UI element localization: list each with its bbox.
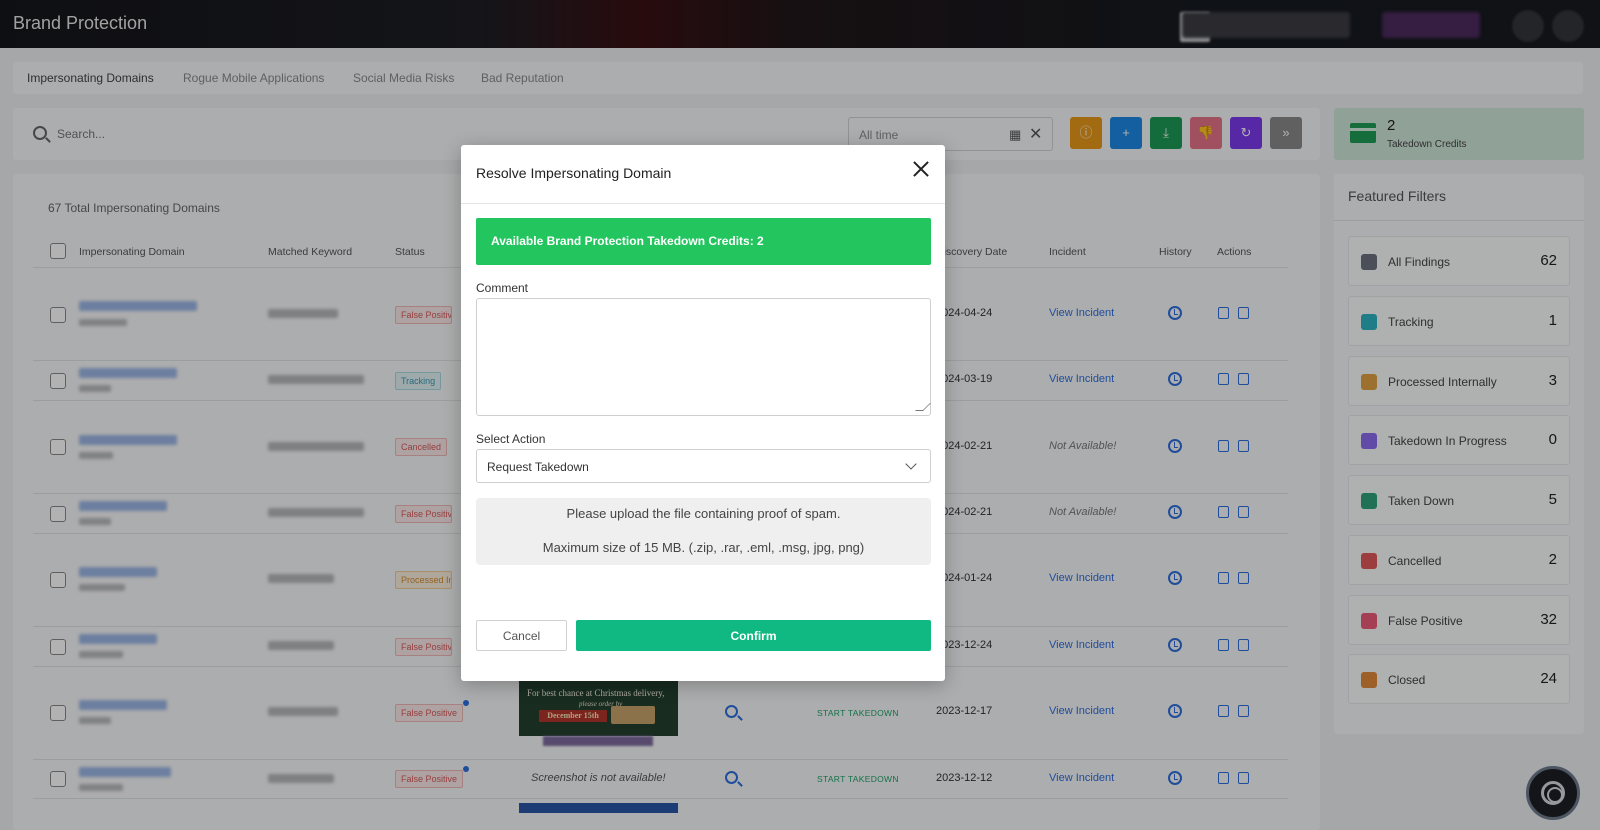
upload-instruction: Please upload the file containing proof …: [566, 506, 841, 521]
comment-textarea[interactable]: [476, 298, 931, 416]
comment-label: Comment: [476, 281, 529, 295]
select-action-label: Select Action: [476, 432, 546, 446]
modal-divider: [461, 203, 945, 204]
credits-banner: Available Brand Protection Takedown Cred…: [476, 218, 931, 265]
close-icon[interactable]: [911, 159, 931, 179]
chevron-down-icon: [905, 458, 917, 470]
cancel-button[interactable]: Cancel: [476, 620, 567, 651]
upload-constraints: Maximum size of 15 MB. (.zip, .rar, .eml…: [542, 540, 865, 555]
action-select-value: Request Takedown: [487, 460, 589, 474]
action-select[interactable]: Request Takedown: [476, 449, 931, 483]
resolve-domain-modal: Resolve Impersonating Domain Available B…: [461, 145, 945, 681]
modal-title: Resolve Impersonating Domain: [476, 165, 672, 181]
confirm-button[interactable]: Confirm: [576, 620, 931, 651]
file-upload-dropzone[interactable]: Please upload the file containing proof …: [476, 498, 931, 565]
